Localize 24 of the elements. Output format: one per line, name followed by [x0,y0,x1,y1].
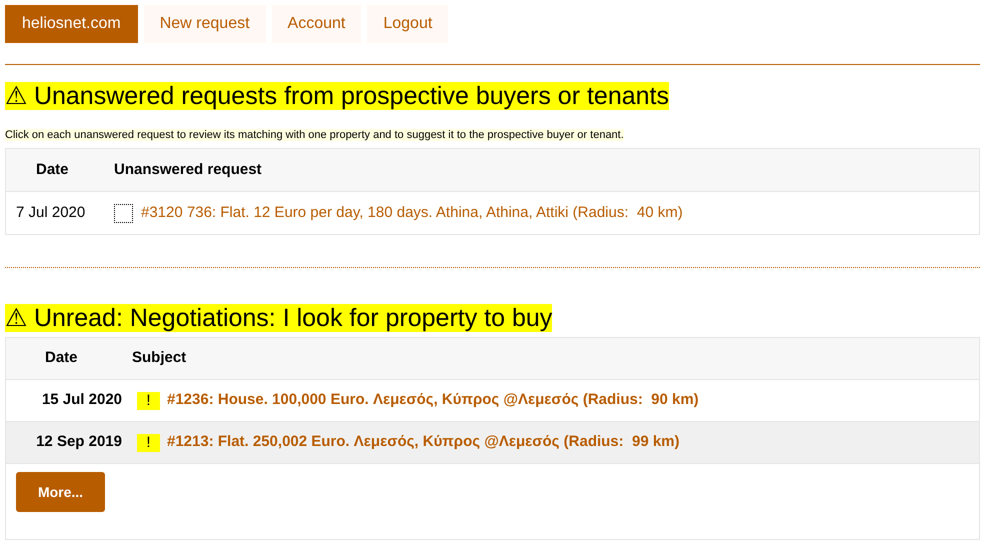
nav-tab[interactable]: Account [272,5,362,43]
column-header: Unanswered request [114,160,262,178]
heading-text: Unanswered requests from prospective buyers or tenants [32,82,669,110]
table-row[interactable]: 12 Sep 2019 ! #1213: Flat. 250,002 Euro. Λεμεσός, Κύπρος @Λεμεσός (Radius: 99 km) [6,422,979,464]
request-link[interactable]: #3120 736: Flat. 12 Euro per day, 180 days. Athina, Athina, Attiki (Radius: 40 km) [141,202,683,224]
unread-badge: ! [137,392,160,410]
column-header: Date [36,160,69,178]
unread-badge: ! [137,434,160,452]
more-button[interactable]: More... [16,472,105,512]
warning-icon: ⚠ [5,304,27,332]
heading-text: Unread: Negotiations: I look for property to buy [32,304,552,332]
column-header: Subject [132,349,186,366]
checkbox[interactable] [114,204,133,222]
nav-tab[interactable]: heliosnet.com [5,5,138,43]
date-cell: 7 Jul 2020 [16,204,86,221]
subject-link[interactable]: #1213: Flat. 250,002 Euro. Λεμεσός, Κύπρος @Λεμεσός (Radius: 99 km) [167,431,680,454]
nav-tab[interactable]: Logout [367,5,448,43]
subject-link[interactable]: #1236: House. 100,000 Euro. Λεμεσός, Κύπρος @Λεμεσός (Radius: 90 km) [167,389,699,412]
warning-icon: ⚠ [5,82,27,110]
nav-tab[interactable]: New request [144,5,266,43]
column-header: Date [45,349,78,366]
date-cell-text: 12 Sep 2019 [36,432,122,452]
date-cell-text: 15 Jul 2020 [42,390,122,410]
instruction-text: Click on each unanswered request to review its matching with one property and to suggest it to the prospective buyer or tenant. [5,129,624,141]
